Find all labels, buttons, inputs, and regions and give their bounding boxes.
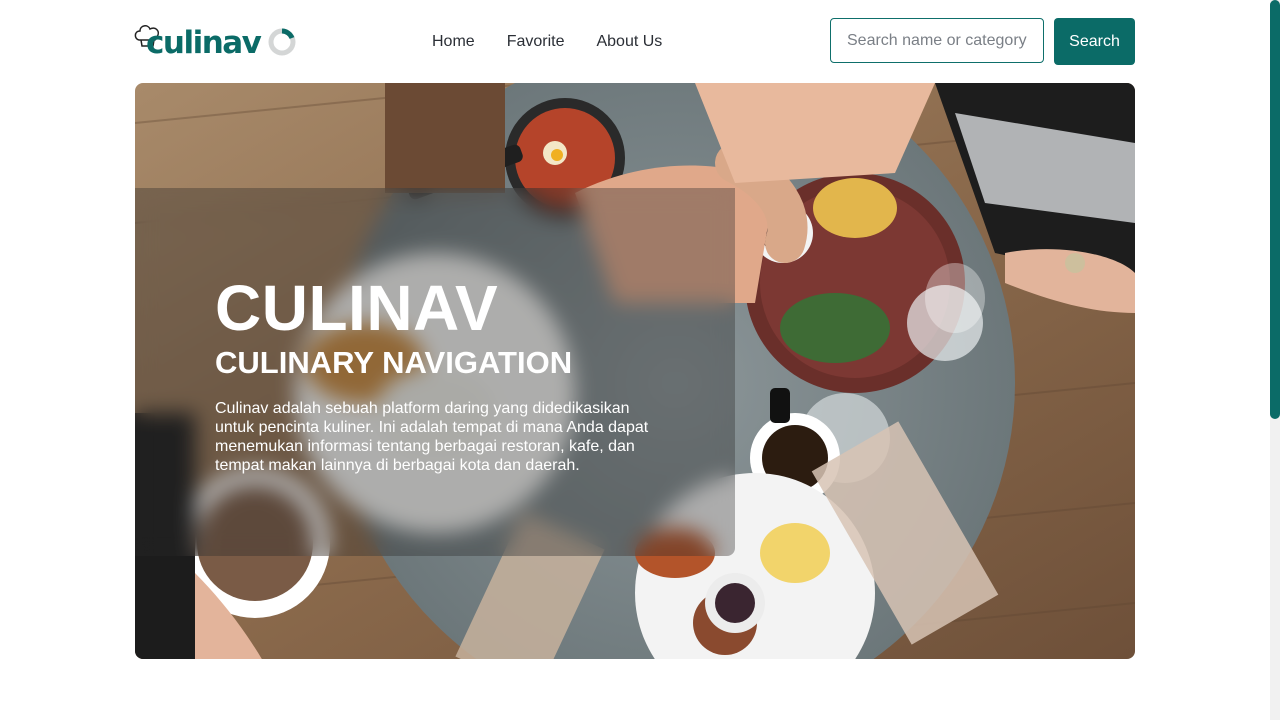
search-button[interactable]: Search	[1054, 18, 1135, 65]
hero-title: CULINAV	[215, 272, 499, 344]
nav-favorite-link[interactable]: Favorite	[507, 30, 565, 54]
brand-logo[interactable]: culinav	[134, 20, 305, 61]
brand-name: culinav	[146, 25, 262, 61]
ring-icon	[268, 28, 296, 56]
site-header: culinav Home Favorite About Us Search	[134, 18, 1135, 66]
search-input[interactable]	[830, 18, 1044, 63]
hero-description: Culinav adalah sebuah platform daring ya…	[215, 400, 649, 474]
main-nav: Home Favorite About Us	[432, 30, 662, 54]
hero-subtitle: CULINARY NAVIGATION	[215, 345, 573, 380]
nav-about-us-link[interactable]: About Us	[596, 30, 662, 54]
hero-banner: CULINAV CULINARY NAVIGATION Culinav adal…	[135, 83, 1135, 659]
page-scrollbar-thumb[interactable]	[1270, 0, 1280, 419]
nav-home-link[interactable]: Home	[432, 30, 475, 54]
